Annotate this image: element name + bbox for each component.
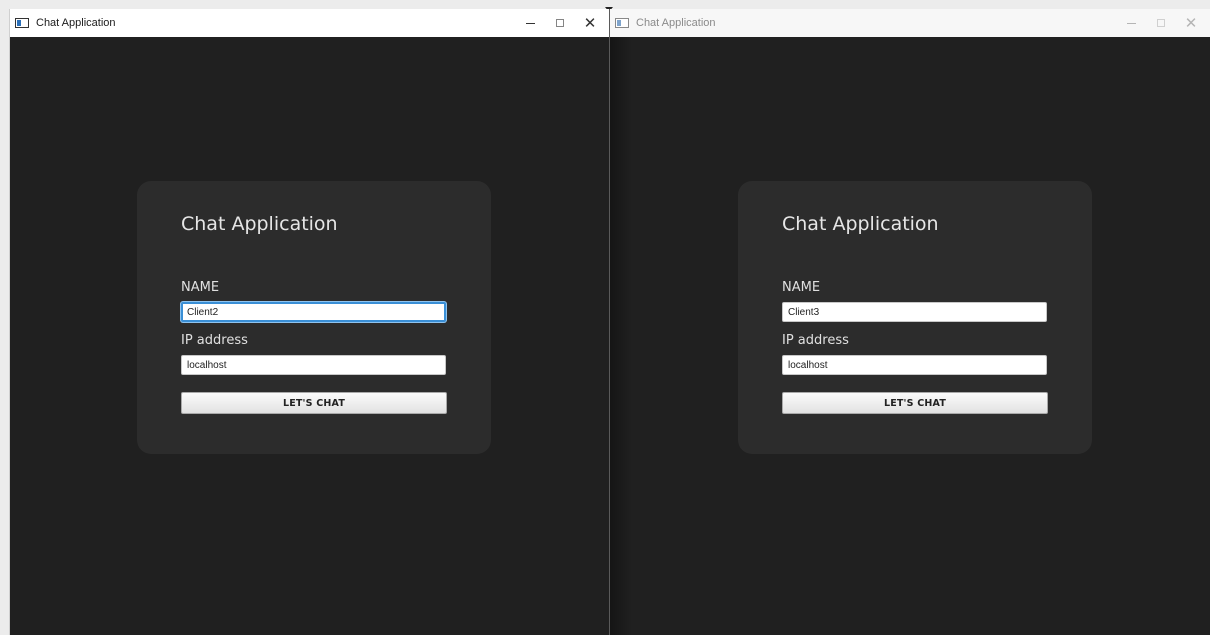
- card-heading: Chat Application: [181, 213, 338, 235]
- window-app-icon: [15, 18, 29, 28]
- desktop: Chat Application ✕ Chat Application NAME…: [0, 0, 1210, 635]
- card-heading: Chat Application: [782, 213, 939, 235]
- window-title: Chat Application: [636, 17, 716, 29]
- maximize-button[interactable]: [1146, 9, 1176, 37]
- minimize-button[interactable]: [515, 9, 545, 37]
- maximize-icon: [556, 19, 564, 27]
- chat-window-client3: Chat Application ✕ Chat Application NAME…: [610, 9, 1210, 635]
- lets-chat-button[interactable]: LET'S CHAT: [181, 392, 447, 414]
- window-title: Chat Application: [36, 17, 116, 29]
- minimize-button[interactable]: [1116, 9, 1146, 37]
- name-input[interactable]: [181, 302, 446, 322]
- name-input[interactable]: [782, 302, 1047, 322]
- close-icon: ✕: [583, 14, 597, 32]
- window-app-icon: [615, 18, 629, 28]
- window-shadow: [610, 37, 632, 635]
- window-titlebar[interactable]: Chat Application ✕: [610, 9, 1210, 37]
- login-card: Chat Application NAME IP address LET'S C…: [738, 181, 1092, 454]
- lets-chat-button[interactable]: LET'S CHAT: [782, 392, 1048, 414]
- login-card: Chat Application NAME IP address LET'S C…: [137, 181, 491, 454]
- minimize-icon: [525, 22, 535, 24]
- close-icon: ✕: [1184, 14, 1198, 32]
- name-label: NAME: [782, 280, 821, 295]
- close-button[interactable]: ✕: [1176, 9, 1206, 37]
- ip-address-label: IP address: [181, 333, 248, 348]
- maximize-icon: [1157, 19, 1165, 27]
- chat-window-client2: Chat Application ✕ Chat Application NAME…: [9, 9, 609, 635]
- minimize-icon: [1126, 22, 1136, 24]
- name-label: NAME: [181, 280, 220, 295]
- ip-address-input[interactable]: [181, 355, 446, 375]
- ip-address-input[interactable]: [782, 355, 1047, 375]
- close-button[interactable]: ✕: [575, 9, 605, 37]
- ip-address-label: IP address: [782, 333, 849, 348]
- maximize-button[interactable]: [545, 9, 575, 37]
- window-titlebar[interactable]: Chat Application ✕: [10, 9, 609, 37]
